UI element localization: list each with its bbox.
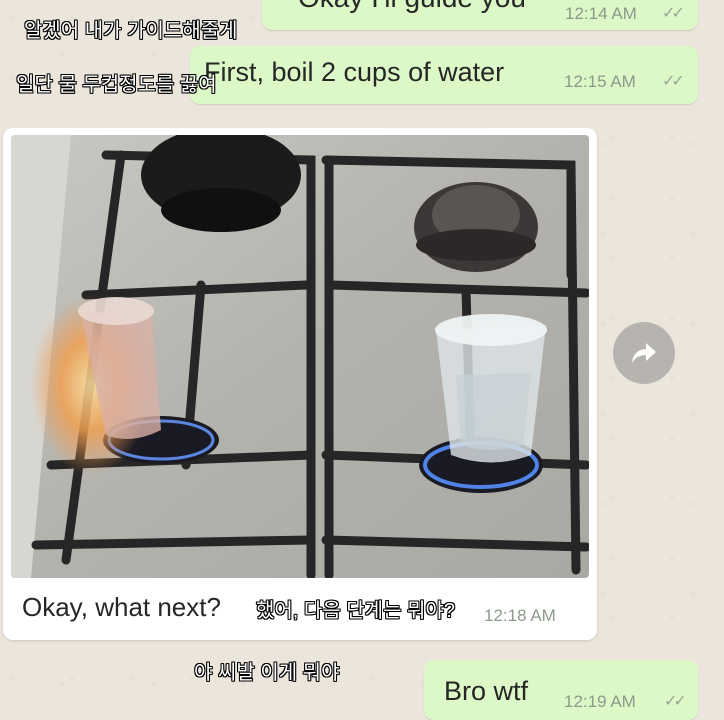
message-time: 12:18 AM <box>484 606 556 625</box>
forward-arrow-icon <box>632 343 656 363</box>
double-check-icon: ✓✓ <box>664 693 687 710</box>
message-text: Bro wtf <box>444 676 529 706</box>
caption-overlay: 했어, 다음 단계는 뭐야? <box>256 600 455 622</box>
message-bubble-outgoing[interactable]: Okay I'll guide you 12:14 AM ✓✓ <box>262 0 698 30</box>
stove-image <box>11 135 589 578</box>
caption-overlay: 야 씨발 이게 뭐야 <box>194 662 340 684</box>
caption-overlay: 일단 물 두컵정도를 끓여 <box>16 74 217 96</box>
message-bubble-outgoing[interactable]: First, boil 2 cups of water 12:15 AM ✓✓ <box>190 46 698 104</box>
double-check-icon: ✓✓ <box>662 5 685 22</box>
stove-photo[interactable] <box>11 135 589 578</box>
message-text: Okay, what next? <box>22 592 221 622</box>
double-check-icon: ✓✓ <box>662 73 685 90</box>
message-time: 12:15 AM <box>564 72 636 91</box>
message-text: First, boil 2 cups of water <box>204 57 505 87</box>
message-time: 12:14 AM <box>565 4 637 23</box>
message-time: 12:19 AM <box>564 692 636 711</box>
message-bubble-outgoing[interactable]: Bro wtf 12:19 AM ✓✓ <box>424 660 698 720</box>
forward-button[interactable] <box>613 322 675 384</box>
caption-overlay: 알겠어 내가 가이드해줄게 <box>24 20 238 42</box>
message-text: Okay I'll guide you <box>298 0 526 14</box>
